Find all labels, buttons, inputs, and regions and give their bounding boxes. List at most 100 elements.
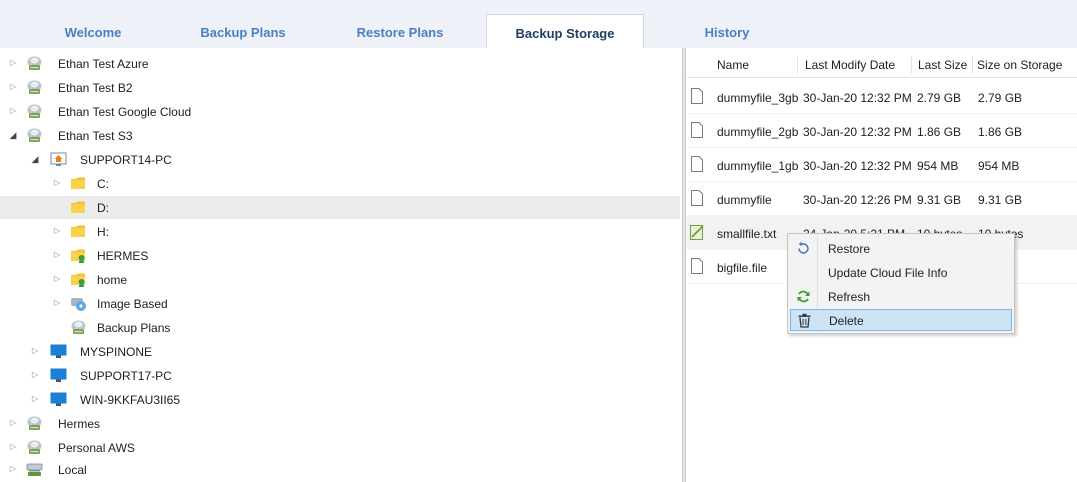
file-name: smallfile.txt [717,227,777,241]
expand-arrow-icon[interactable]: ▷ [8,82,18,92]
expand-arrow-icon[interactable]: ▷ [52,274,62,284]
file-name: dummyfile [717,193,772,207]
cloud-storage-icon [71,320,86,334]
file-date: 30-Jan-20 12:32 PM [803,159,912,173]
tree-item-support17-pc[interactable]: ▷ SUPPORT17-PC [0,364,680,387]
tree-item-local[interactable]: ▷ Local [0,458,680,481]
collapse-arrow-icon[interactable]: ◢ [30,154,40,164]
tree-item-personal-aws[interactable]: ▷ Personal AWS [0,436,680,459]
tree-item-label: C: [97,177,109,191]
network-folder-icon [71,273,85,287]
cloud-storage-icon [27,56,42,70]
menu-item-label: Update Cloud File Info [828,266,948,280]
file-name: dummyfile_2gb [717,125,799,139]
expand-arrow-icon[interactable]: ▷ [52,298,62,308]
disk-image-icon [71,298,86,311]
expand-arrow-icon[interactable]: ▷ [8,442,18,452]
file-row[interactable]: dummyfile_3gb 30-Jan-20 12:32 PM 2.79 GB… [687,80,1077,114]
menu-item-delete[interactable]: Delete [790,309,1012,331]
file-storage-size: 954 MB [978,159,1020,173]
tab-welcome[interactable]: Welcome [18,14,168,48]
column-header-name[interactable]: Name [717,58,749,72]
folder-icon [71,201,85,213]
expand-arrow-icon[interactable]: ▷ [30,394,40,404]
panel-splitter[interactable] [682,48,686,482]
tree-item-label: Hermes [58,417,101,431]
column-header-last-modify-date[interactable]: Last Modify Date [805,58,895,72]
tree-item-ethan-test-s3[interactable]: ◢ Ethan Test S3 [0,124,680,147]
file-row[interactable]: dummyfile_2gb 30-Jan-20 12:32 PM 1.86 GB… [687,114,1077,148]
file-row[interactable]: dummyfile 30-Jan-20 12:26 PM 9.31 GB 9.3… [687,182,1077,216]
cloud-storage-icon [27,416,42,430]
refresh-icon [797,290,810,303]
tree-item-drive-d[interactable]: D: [0,196,680,219]
file-name: bigfile.file [717,261,768,275]
menu-item-refresh[interactable]: Refresh [790,286,1012,308]
tab-backup-plans[interactable]: Backup Plans [168,14,318,48]
tree-item-label: home [97,273,128,287]
tree-item-label: Ethan Test Google Cloud [58,105,192,119]
tree-item-label: Local [58,463,87,477]
file-date: 30-Jan-20 12:26 PM [803,193,912,207]
monitor-icon [50,392,67,406]
file-row[interactable]: dummyfile_1gb 30-Jan-20 12:32 PM 954 MB … [687,148,1077,182]
tab-backup-storage[interactable]: Backup Storage [486,14,644,48]
tree-item-drive-h[interactable]: ▷ H: [0,220,680,243]
tree-item-win-9kkfau3ii65[interactable]: ▷ WIN-9KKFAU3II65 [0,388,680,411]
tree-item-label: HERMES [97,249,149,263]
tree-item-ethan-test-google-cloud[interactable]: ▷ Ethan Test Google Cloud [0,100,680,123]
tree-item-drive-c[interactable]: ▷ C: [0,172,680,195]
tree-item-backup-plans[interactable]: Backup Plans [0,316,680,339]
file-storage-size: 2.79 GB [978,91,1023,105]
tree-item-hermes-share[interactable]: ▷ HERMES [0,244,680,267]
storage-tree: ▷ Ethan Test Azure ▷ Ethan Test B2 ▷ Eth… [0,48,682,482]
tree-item-hermes[interactable]: ▷ Hermes [0,412,680,435]
file-name: dummyfile_3gb [717,91,799,105]
tree-item-label: D: [97,201,109,215]
tree-item-ethan-test-b2[interactable]: ▷ Ethan Test B2 [0,76,680,99]
tree-item-image-based[interactable]: ▷ Image Based [0,292,680,315]
computer-home-icon [50,152,67,166]
expand-arrow-icon[interactable]: ▷ [52,226,62,236]
file-icon [691,190,703,206]
tree-item-ethan-test-azure[interactable]: ▷ Ethan Test Azure [0,52,680,75]
column-header-size-on-storage[interactable]: Size on Storage [977,58,1062,72]
expand-arrow-icon[interactable]: ▷ [8,106,18,116]
tree-item-label: SUPPORT17-PC [80,369,172,383]
tab-bar: Welcome Backup Plans Restore Plans Backu… [0,0,1077,48]
tree-item-label: SUPPORT14-PC [80,153,172,167]
tree-item-label: Ethan Test S3 [58,129,133,143]
expand-arrow-icon[interactable]: ▷ [8,418,18,428]
expand-arrow-icon[interactable]: ▷ [8,58,18,68]
cloud-storage-icon [27,80,42,94]
file-icon [691,122,703,138]
file-icon [691,156,703,172]
monitor-icon [50,368,67,382]
expand-arrow-icon[interactable]: ▷ [8,464,18,474]
file-list-header: Name Last Modify Date Last Size Size on … [687,52,1077,78]
menu-item-restore[interactable]: Restore [790,238,1012,260]
expand-arrow-icon[interactable]: ▷ [52,250,62,260]
tab-history[interactable]: History [652,14,802,48]
tree-item-support14-pc[interactable]: ◢ SUPPORT14-PC [0,148,680,171]
restore-icon [798,241,809,254]
expand-arrow-icon[interactable]: ▷ [30,370,40,380]
file-size: 1.86 GB [917,125,962,139]
file-icon [691,258,703,274]
tab-restore-plans[interactable]: Restore Plans [325,14,475,48]
menu-item-label: Delete [829,314,864,328]
file-date: 30-Jan-20 12:32 PM [803,125,912,139]
collapse-arrow-icon[interactable]: ◢ [8,130,18,140]
menu-item-update-cloud-file-info[interactable]: Update Cloud File Info [790,262,1012,284]
expand-arrow-icon[interactable]: ▷ [30,346,40,356]
tree-item-home-share[interactable]: ▷ home [0,268,680,291]
tree-item-label: Personal AWS [58,441,135,455]
expand-arrow-icon[interactable]: ▷ [52,178,62,188]
column-header-last-size[interactable]: Last Size [918,58,967,72]
menu-item-label: Restore [828,242,871,256]
file-storage-size: 9.31 GB [978,193,1023,207]
file-name: dummyfile_1gb [717,159,799,173]
folder-icon [71,225,85,237]
tree-item-myspinone[interactable]: ▷ MYSPINONE [0,340,680,363]
tree-item-label: MYSPINONE [80,345,153,359]
